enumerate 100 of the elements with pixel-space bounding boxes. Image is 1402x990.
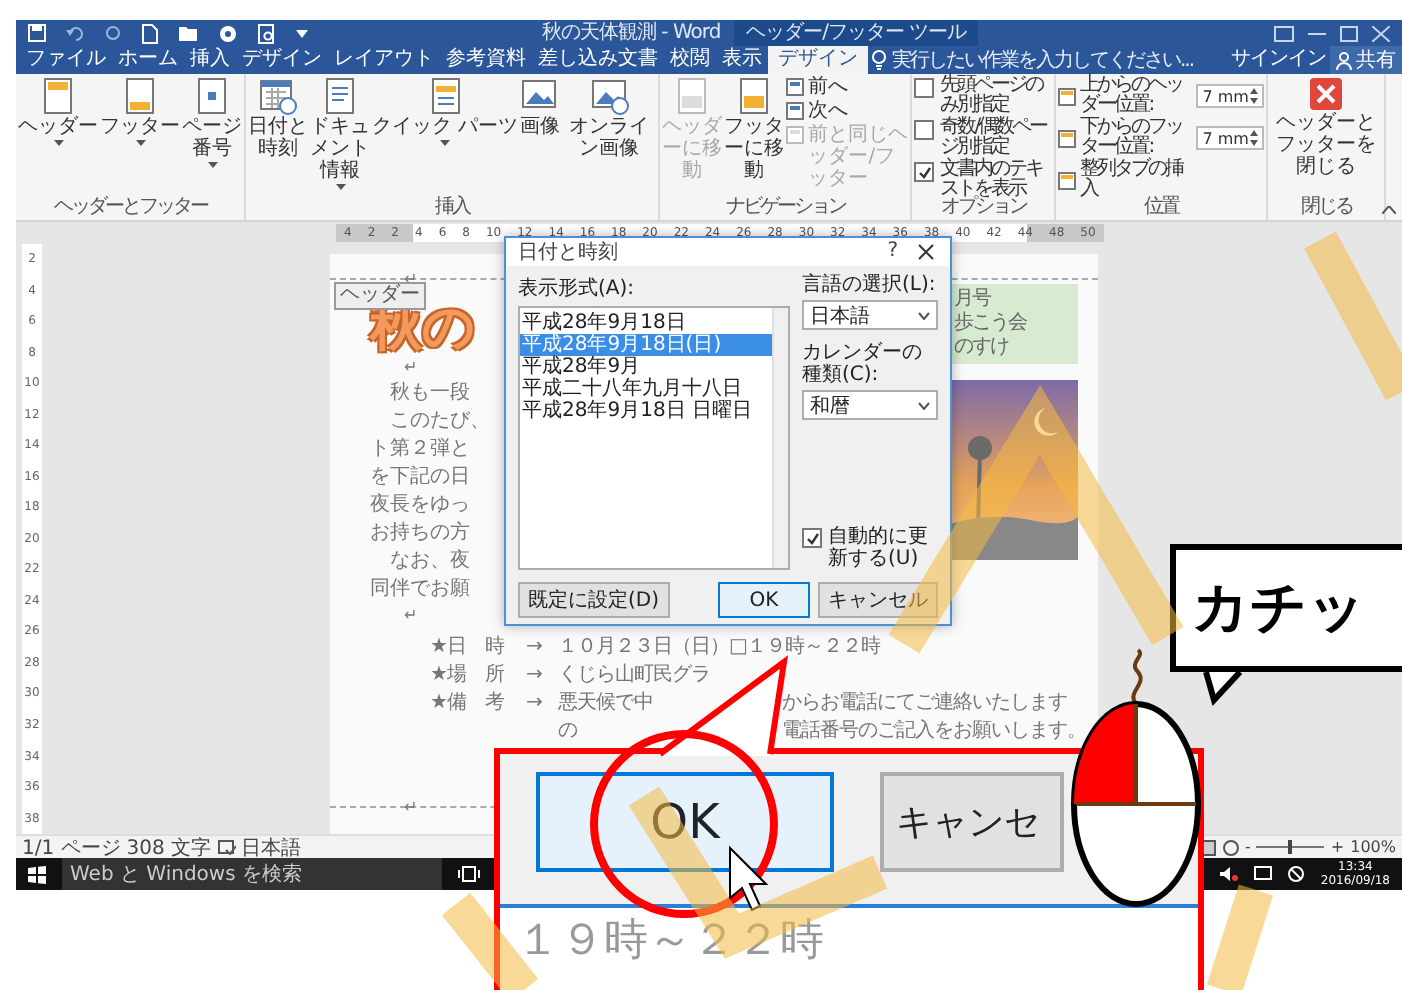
ribbon-button[interactable]: フッターに移動 bbox=[724, 74, 785, 182]
body-text: お持ちの方 bbox=[370, 520, 470, 548]
message-icon[interactable] bbox=[1254, 866, 1273, 882]
windows-logo-icon[interactable] bbox=[28, 865, 46, 883]
proofing-icon[interactable] bbox=[217, 839, 236, 855]
paragraph-mark: ↵ bbox=[404, 798, 418, 816]
collapse-icon[interactable] bbox=[1382, 206, 1396, 214]
field-label: 下からのフッター位置: bbox=[1080, 118, 1185, 158]
sound-effect-text: カチッ bbox=[1192, 576, 1366, 640]
page-icon bbox=[1058, 129, 1077, 147]
ribbon-tab[interactable]: レイアウト bbox=[328, 46, 440, 74]
ribbon-button[interactable]: 前へ bbox=[786, 76, 909, 98]
detail-text: 悪天候で中 bbox=[558, 690, 653, 718]
checkbox[interactable] bbox=[914, 120, 935, 140]
detail-label: ★備 考 bbox=[430, 690, 504, 718]
maximize-icon[interactable] bbox=[1340, 25, 1358, 41]
task-view-icon[interactable] bbox=[458, 866, 480, 882]
checkbox[interactable] bbox=[914, 78, 935, 98]
paragraph-mark: ↵ bbox=[404, 270, 418, 288]
ribbon-tab[interactable]: デザイン bbox=[768, 46, 868, 74]
folder-icon[interactable] bbox=[178, 24, 198, 42]
new-document-icon[interactable] bbox=[142, 23, 158, 43]
set-default-button[interactable]: 既定に設定(D) bbox=[518, 582, 670, 618]
ribbon-button[interactable]: 日付と時刻 bbox=[248, 74, 308, 160]
zoom-in-button[interactable]: + bbox=[1330, 838, 1345, 856]
ok-button[interactable]: OK bbox=[536, 772, 834, 872]
caret-icon[interactable] bbox=[296, 29, 308, 37]
caret-icon bbox=[53, 140, 63, 146]
ribbon-tab[interactable]: 校閲 bbox=[664, 46, 716, 74]
ribbon-button[interactable]: ドキュメント情報 bbox=[310, 74, 370, 190]
ribbon-button[interactable]: 画像 bbox=[520, 74, 561, 138]
checkbox-label: 自動的に更新する(U) bbox=[828, 526, 930, 570]
tell-me-field[interactable]: 実行したい作業を入力してください... bbox=[886, 46, 1216, 74]
ribbon-button[interactable]: ヘッダー bbox=[18, 74, 98, 146]
cursor-icon bbox=[729, 845, 769, 912]
checkbox[interactable] bbox=[802, 528, 822, 548]
calendar-select[interactable]: 和暦 bbox=[802, 390, 938, 420]
ribbon-button[interactable]: フッター bbox=[100, 74, 180, 146]
language-select[interactable]: 日本語 bbox=[802, 300, 938, 330]
person-icon bbox=[1336, 51, 1352, 69]
spinner-icon bbox=[1250, 130, 1259, 146]
ribbon-tab[interactable]: 差し込み文書 bbox=[532, 46, 664, 74]
cancel-button[interactable]: キャンセ bbox=[880, 772, 1064, 872]
body-text: このたび、 bbox=[388, 408, 490, 436]
spinner-icon bbox=[1250, 88, 1259, 104]
group-label: ヘッダーとフッター bbox=[53, 196, 207, 220]
ribbon-tab[interactable]: ホーム bbox=[112, 46, 184, 74]
checkbox[interactable] bbox=[914, 162, 935, 182]
caret-icon bbox=[440, 140, 451, 146]
info-text: 月号 bbox=[954, 288, 990, 311]
zoom-out-button[interactable]: - bbox=[1245, 838, 1251, 856]
field-label: 言語の選択(L): bbox=[802, 274, 936, 296]
contextual-tab-label: ヘッダー/フッター ツール bbox=[734, 20, 979, 46]
format-option[interactable]: 平成28年9月18日 日曜日 bbox=[520, 400, 772, 422]
ribbon-button[interactable]: 次へ bbox=[786, 100, 909, 122]
field-label: 上からのヘッダー位置: bbox=[1080, 76, 1185, 116]
format-option[interactable]: 平成28年9月 bbox=[520, 356, 772, 378]
help-button[interactable]: ? bbox=[887, 240, 898, 264]
save-icon[interactable] bbox=[28, 24, 46, 42]
format-option[interactable]: 平成二十八年九月十八日 bbox=[520, 378, 772, 400]
format-list[interactable]: 平成28年9月18日 平成28年9月18日(日) 平成28年9月 平成二十八年九月十八日 平成28年9月18日 日曜日 bbox=[518, 306, 790, 570]
share-button[interactable]: 共有 bbox=[1330, 46, 1402, 74]
format-option[interactable]: 平成28年9月18日 bbox=[520, 312, 772, 334]
window-title: 秋の天体観測 - Word bbox=[542, 20, 721, 46]
detail-text: １０月２３日（日）□１９時～２２時 bbox=[558, 634, 880, 662]
ribbon-button[interactable]: クイック パーツ bbox=[372, 74, 519, 146]
ribbon-tab[interactable]: ファイル bbox=[20, 46, 112, 74]
sign-in-link[interactable]: サインイン bbox=[1231, 46, 1326, 74]
ribbon-tab[interactable]: 参考資料 bbox=[440, 46, 532, 74]
group-label: オプション bbox=[940, 196, 1026, 220]
slider-thumb[interactable] bbox=[1288, 840, 1293, 854]
language-status[interactable]: 日本語 bbox=[241, 833, 302, 861]
ribbon-display-icon[interactable] bbox=[1274, 25, 1294, 41]
body-text: 秋も一段 bbox=[388, 380, 470, 408]
position-field[interactable]: 7 mm bbox=[1196, 126, 1265, 150]
position-field[interactable]: 7 mm bbox=[1196, 84, 1265, 108]
volume-icon[interactable] bbox=[1220, 866, 1239, 882]
ribbon-button[interactable]: ヘッダーとフッターを閉じる bbox=[1270, 74, 1383, 178]
group-label: ナビゲーション bbox=[725, 196, 845, 220]
ribbon-button[interactable]: ページ番号 bbox=[182, 74, 242, 168]
cancel-button[interactable]: キャンセル bbox=[818, 582, 938, 618]
chevron-down-icon bbox=[918, 311, 930, 319]
taskbar-search-field[interactable]: Web と Windows を検索 bbox=[62, 858, 442, 890]
undo-icon[interactable] bbox=[66, 24, 84, 42]
zoom-level[interactable]: 100% bbox=[1350, 838, 1396, 856]
body-text: を下記の日 bbox=[370, 464, 470, 492]
ribbon-button[interactable]: オンライン画像 bbox=[562, 74, 657, 160]
print-preview-icon[interactable] bbox=[258, 23, 276, 43]
ok-button[interactable]: OK bbox=[718, 582, 810, 618]
group-label: 挿入 bbox=[435, 196, 470, 220]
body-text: ト第２弾と bbox=[370, 436, 470, 464]
ribbon-tab[interactable]: デザイン bbox=[236, 46, 328, 74]
ribbon-tab[interactable]: 表示 bbox=[716, 46, 768, 74]
word-count: 308 文字 bbox=[126, 835, 212, 861]
close-icon[interactable] bbox=[918, 244, 934, 260]
ribbon-tab[interactable]: 挿入 bbox=[184, 46, 236, 74]
group-label: 閉じる bbox=[1300, 196, 1352, 220]
blocked-icon[interactable] bbox=[1288, 866, 1305, 882]
web-layout-icon[interactable] bbox=[1221, 839, 1240, 855]
scrollbar[interactable] bbox=[772, 308, 788, 568]
